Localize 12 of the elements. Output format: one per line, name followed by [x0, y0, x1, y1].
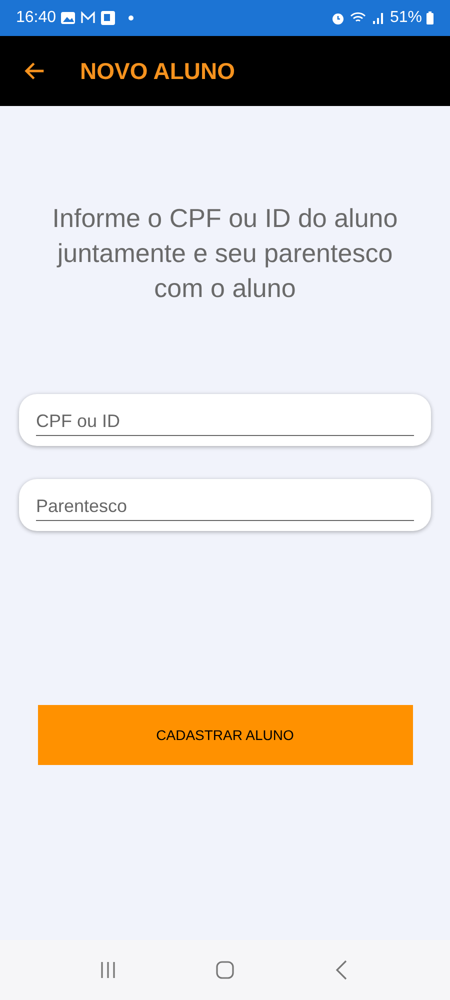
battery-level: 51% — [390, 9, 422, 27]
instruction-text: Informe o CPF ou ID do aluno juntamente e seu parentesco com o aluno — [51, 202, 399, 305]
input-field[interactable]: CPF ou ID — [19, 394, 431, 446]
image-icon — [60, 10, 76, 26]
screen-title: NOVO ALUNO — [80, 58, 236, 84]
register-button[interactable]: CADASTRAR ALUNO — [38, 705, 412, 765]
input-field[interactable]: Parentesco — [19, 479, 431, 531]
clock-time: 16:40 — [16, 9, 56, 27]
mail-icon — [80, 10, 96, 26]
battery-icon — [426, 11, 434, 25]
app-icon — [100, 10, 116, 26]
notification-dot-icon — [128, 15, 134, 21]
